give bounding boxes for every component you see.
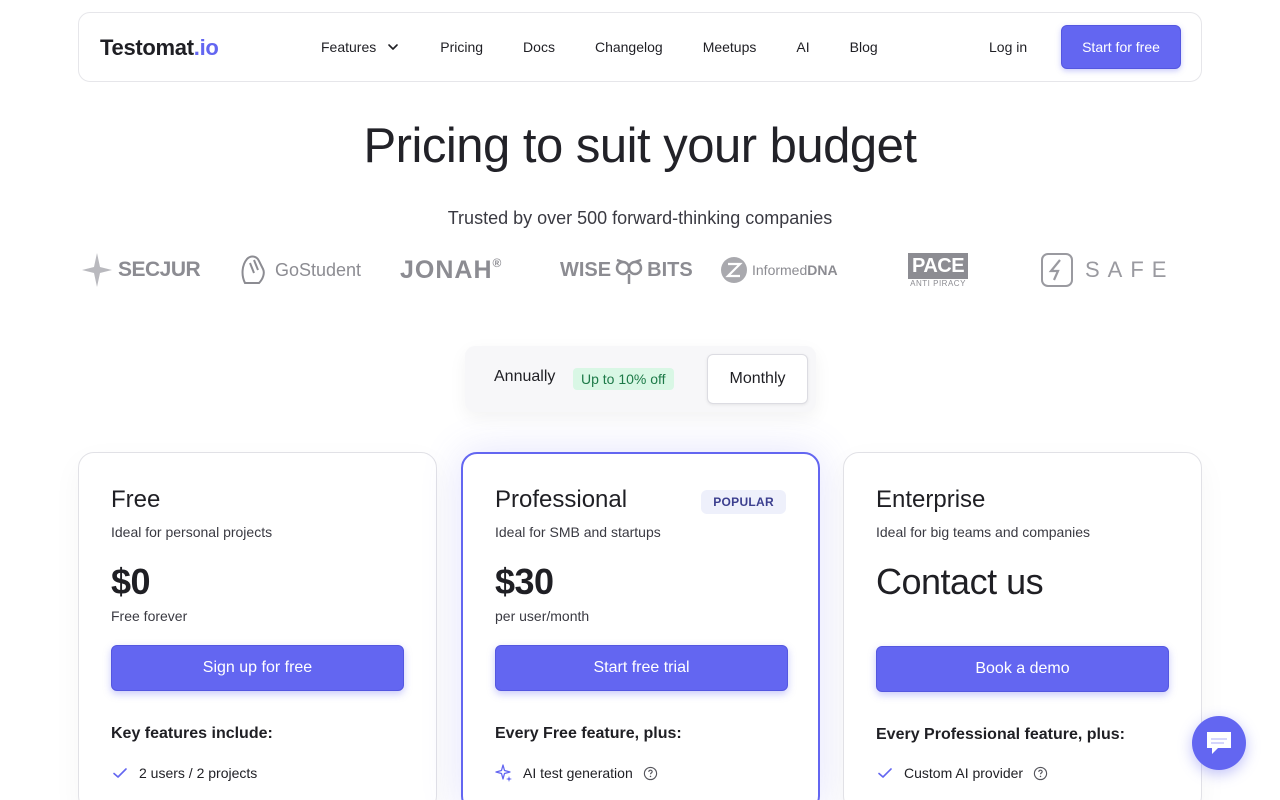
nav-link-label: Features xyxy=(321,39,377,55)
popular-badge: POPULAR xyxy=(701,490,786,514)
feature-item: Custom AI provider xyxy=(876,764,1048,782)
dna-text: DNA xyxy=(807,262,838,278)
feature-text: Custom AI provider xyxy=(904,765,1024,781)
plan-card-free: Free Ideal for personal projects $0 Free… xyxy=(78,452,437,800)
plan-price-note: Free forever xyxy=(111,608,188,624)
registered-mark: ® xyxy=(492,256,502,270)
nav-link-changelog[interactable]: Changelog xyxy=(595,39,663,55)
login-link[interactable]: Log in xyxy=(989,13,1027,81)
chevron-down-icon xyxy=(388,44,399,50)
secjur-text: SECJUR xyxy=(118,258,201,281)
secjur-logo: SECJUR xyxy=(80,250,201,290)
informeddna-logo: Informed DNA xyxy=(720,250,838,290)
start-free-trial-button[interactable]: Start free trial xyxy=(495,645,788,691)
logo-tld: .io xyxy=(193,35,219,60)
check-icon xyxy=(878,768,892,778)
features-heading: Every Professional feature, plus: xyxy=(876,726,1125,743)
feature-text: 2 users / 2 projects xyxy=(139,765,258,781)
dna-circle-icon xyxy=(721,257,747,283)
start-for-free-button[interactable]: Start for free xyxy=(1061,25,1181,69)
pace-subtext: ANTI PIRACY xyxy=(910,278,966,288)
star-burst-icon xyxy=(82,253,112,287)
billing-annual-option[interactable]: Annually xyxy=(494,368,555,386)
safe-text: SAFE xyxy=(1085,257,1175,282)
sign-up-free-button[interactable]: Sign up for free xyxy=(111,645,404,691)
owl-icon xyxy=(615,258,643,284)
bits-text: BITS xyxy=(647,258,693,281)
trusted-subtitle: Trusted by over 500 forward-thinking com… xyxy=(447,208,833,228)
feature-text: AI test generation xyxy=(523,765,633,781)
chat-widget-button[interactable] xyxy=(1192,716,1246,770)
hand-icon xyxy=(241,255,265,284)
feature-item: AI test generation xyxy=(495,764,658,782)
jonah-text: JONAH xyxy=(400,255,493,284)
plan-description: Ideal for big teams and companies xyxy=(876,524,1091,540)
plan-card-professional: Professional POPULAR Ideal for SMB and s… xyxy=(461,452,820,800)
help-circle-icon[interactable] xyxy=(643,766,658,781)
plan-card-enterprise: Enterprise Ideal for big teams and compa… xyxy=(843,452,1202,800)
plan-price: Contact us xyxy=(876,561,1044,602)
billing-monthly-option[interactable]: Monthly xyxy=(707,354,808,404)
testomat-logo[interactable]: Testomat .io xyxy=(100,35,219,61)
sparkle-icon xyxy=(495,764,512,782)
book-demo-button[interactable]: Book a demo xyxy=(876,646,1169,692)
nav-link-meetups[interactable]: Meetups xyxy=(703,39,757,55)
nav-links: Features Pricing Docs Changelog Meetups … xyxy=(321,13,918,81)
plan-description: Ideal for personal projects xyxy=(111,524,273,540)
check-icon xyxy=(113,768,127,778)
wisebits-logo: WISE BITS xyxy=(560,250,693,290)
features-heading: Every Free feature, plus: xyxy=(495,725,682,742)
jonah-logo: JONAH ® xyxy=(400,250,501,290)
plan-name: Free xyxy=(111,486,161,513)
features-heading: Key features include: xyxy=(111,725,273,742)
safe-logo: SAFE xyxy=(1041,250,1174,290)
nav-link-docs[interactable]: Docs xyxy=(523,39,555,55)
informed-text: Informed xyxy=(752,262,808,278)
pace-text: PACE xyxy=(908,252,969,279)
help-circle-icon[interactable] xyxy=(1033,766,1048,781)
top-navigation: Testomat .io Features Pricing Docs Change… xyxy=(78,12,1202,82)
plan-description: Ideal for SMB and startups xyxy=(495,524,661,540)
chat-bubble-icon xyxy=(1207,732,1231,754)
gostudent-text: GoStudent xyxy=(275,259,362,280)
nav-link-features[interactable]: Features xyxy=(321,39,400,55)
page-title: Pricing to suit your budget xyxy=(363,119,917,173)
plan-price: $0 xyxy=(111,561,151,602)
logo-text: Testomat xyxy=(100,35,194,60)
nav-link-pricing[interactable]: Pricing xyxy=(440,39,483,55)
gostudent-logo: GoStudent xyxy=(239,250,361,290)
plan-price-note: per user/month xyxy=(495,608,590,624)
billing-period-toggle: Annually Up to 10% off Monthly xyxy=(465,346,816,412)
customer-logos: SECJUR GoStudent JONAH ® WISE BITS Infor… xyxy=(80,250,1180,290)
nav-link-ai[interactable]: AI xyxy=(796,39,809,55)
lightning-shield-icon xyxy=(1041,253,1073,287)
feature-item: 2 users / 2 projects xyxy=(111,764,257,782)
discount-badge: Up to 10% off xyxy=(573,368,674,390)
wise-text: WISE xyxy=(560,258,612,281)
pace-logo: PACE ANTI PIRACY xyxy=(908,250,969,290)
plan-name: Enterprise xyxy=(876,486,986,513)
plan-price: $30 xyxy=(495,561,554,602)
nav-link-blog[interactable]: Blog xyxy=(850,39,878,55)
plan-name: Professional xyxy=(495,486,628,513)
